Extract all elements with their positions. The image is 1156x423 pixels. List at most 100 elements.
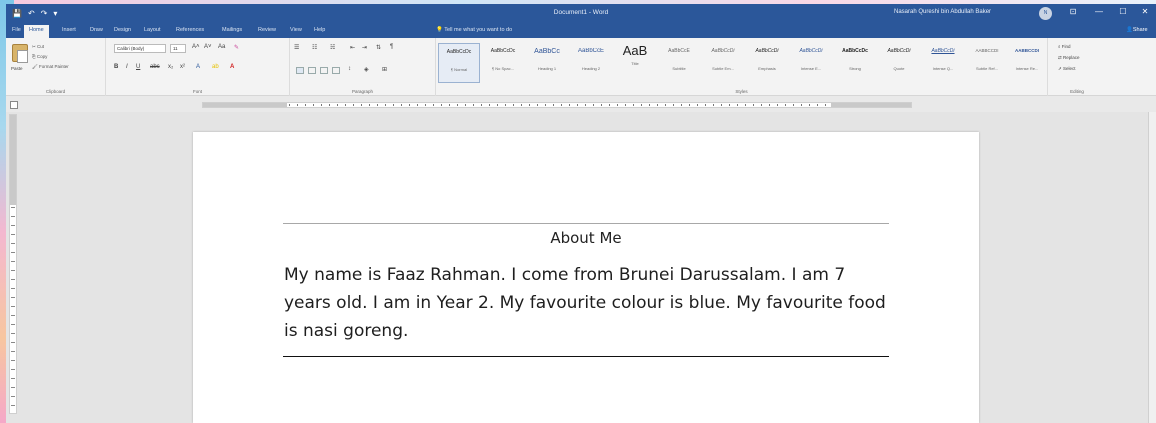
tab-home[interactable]: Home	[24, 25, 49, 38]
user-name[interactable]: Nasarah Qureshi bin Abdullah Baker	[894, 9, 991, 15]
style-emphasis[interactable]: AaBbCcDi Emphasis	[746, 43, 788, 83]
style-no-spacing[interactable]: AaBbCcDc ¶ No Spac...	[482, 43, 524, 83]
horizontal-ruler[interactable]	[202, 102, 912, 108]
vertical-scrollbar[interactable]	[1148, 112, 1156, 423]
paste-label[interactable]: Paste	[11, 66, 23, 71]
style-intense-quote[interactable]: AaBbCcDi Intense Q...	[922, 43, 964, 83]
vertical-ruler[interactable]	[9, 114, 17, 414]
tab-mailings[interactable]: Mailings	[222, 27, 242, 33]
show-marks-icon[interactable]: ¶	[390, 44, 393, 50]
replace-label: Replace	[1063, 55, 1080, 60]
style-preview: AaBbCcDi	[887, 48, 911, 54]
style-intense-emphasis[interactable]: AaBbCcDi Intense E...	[790, 43, 832, 83]
document-page[interactable]: About Me My name is Faaz Rahman. I come …	[193, 132, 979, 423]
tab-help[interactable]: Help	[314, 27, 325, 33]
style-title[interactable]: AaB Title	[614, 43, 656, 83]
style-name: Subtle Ref...	[975, 66, 998, 71]
tab-review[interactable]: Review	[258, 27, 276, 33]
superscript-icon[interactable]: x²	[180, 64, 185, 70]
tab-insert[interactable]: Insert	[62, 27, 76, 33]
style-subtle-emphasis[interactable]: AaBbCcDi Subtle Em...	[702, 43, 744, 83]
style-name: Quote	[893, 66, 905, 71]
tab-draw[interactable]: Draw	[90, 27, 103, 33]
tell-me-search[interactable]: 💡 Tell me what you want to do	[436, 27, 512, 33]
increase-indent-icon[interactable]: ⇥	[362, 44, 367, 51]
style-heading-1[interactable]: AaBbCc Heading 1	[526, 43, 568, 83]
style-strong[interactable]: AaBbCcDc Strong	[834, 43, 876, 83]
vertical-ruler-ticks	[11, 207, 15, 407]
document-heading[interactable]: About Me	[283, 229, 889, 247]
numbering-icon[interactable]: ☷	[312, 44, 317, 51]
text-effects-icon[interactable]: A	[196, 64, 200, 70]
minimize-button[interactable]: —	[1092, 7, 1106, 16]
style-subtle-reference[interactable]: AABBCCDI Subtle Ref...	[966, 43, 1008, 83]
style-heading-2[interactable]: AaBbCcE Heading 2	[570, 43, 612, 83]
style-subtitle[interactable]: AaBbCcE Subtitle	[658, 43, 700, 83]
style-intense-reference[interactable]: AABBCCDI Intense Re...	[1010, 43, 1044, 83]
replace-button[interactable]: ⇄ Replace	[1058, 55, 1080, 61]
style-quote[interactable]: AaBbCcDi Quote	[878, 43, 920, 83]
avatar[interactable]: N	[1039, 7, 1052, 20]
share-label: Share	[1132, 27, 1148, 33]
copy-button[interactable]: ⎘ Copy	[32, 54, 47, 59]
font-name-select[interactable]: Calibri (Body)	[114, 44, 166, 53]
format-painter-button[interactable]: 🖌 Format Painter	[32, 64, 69, 70]
subscript-icon[interactable]: x₂	[168, 64, 173, 70]
left-margin-marker[interactable]	[203, 103, 287, 107]
tab-design[interactable]: Design	[114, 27, 131, 33]
paste-icon[interactable]	[12, 44, 28, 63]
tab-view[interactable]: View	[290, 27, 302, 33]
shrink-font-icon[interactable]: A˅	[204, 44, 212, 50]
close-button[interactable]: ✕	[1138, 7, 1152, 16]
style-name: Intense E...	[800, 66, 822, 71]
style-name: ¶ Normal	[450, 67, 468, 72]
document-body-text[interactable]: My name is Faaz Rahman. I come from Brun…	[284, 261, 894, 345]
style-normal[interactable]: AaBbCcDc ¶ Normal	[438, 43, 480, 83]
heading-top-border	[283, 223, 889, 224]
grow-font-icon[interactable]: A˄	[192, 44, 200, 50]
justify-icon[interactable]	[332, 67, 340, 74]
ruler-ticks	[289, 104, 829, 106]
font-size-select[interactable]: 11	[170, 44, 186, 53]
bullets-icon[interactable]: ☰	[294, 44, 299, 51]
change-case-icon[interactable]: Aa	[218, 44, 225, 50]
right-margin-marker[interactable]	[831, 103, 911, 107]
style-preview: AaBbCcE	[577, 48, 604, 54]
align-right-icon[interactable]	[320, 67, 328, 74]
style-name: Heading 2	[581, 66, 601, 71]
ribbon-tabs: File Home Insert Draw Design Layout Refe…	[6, 24, 1156, 38]
sort-icon[interactable]: ⇅	[376, 44, 381, 51]
align-left-icon[interactable]	[296, 67, 304, 74]
ribbon-display-icon[interactable]: ⊡	[1066, 7, 1080, 16]
top-margin-marker[interactable]	[10, 115, 16, 205]
line-spacing-icon[interactable]: ↕	[348, 66, 351, 72]
style-preview: AaBbCcDi	[755, 48, 779, 54]
multilevel-list-icon[interactable]: ☵	[330, 44, 335, 51]
strikethrough-icon[interactable]: abc	[150, 64, 160, 70]
decrease-indent-icon[interactable]: ⇤	[350, 44, 355, 51]
underline-icon[interactable]: U	[136, 64, 140, 70]
clear-formatting-icon[interactable]: ✎	[234, 44, 239, 51]
highlight-icon[interactable]: ab	[212, 64, 219, 70]
borders-icon[interactable]: ⊞	[382, 66, 387, 73]
tab-selector-icon[interactable]	[10, 101, 18, 109]
align-center-icon[interactable]	[308, 67, 316, 74]
italic-icon[interactable]: I	[126, 64, 128, 70]
styles-label: Styles	[735, 89, 748, 94]
shading-icon[interactable]: ◈	[364, 66, 369, 73]
bold-icon[interactable]: B	[114, 64, 118, 70]
font-color-icon[interactable]: A	[230, 64, 234, 70]
share-button[interactable]: 👤Share	[1126, 27, 1148, 33]
title-bar: 💾 ↶ ↷ ▾ Document1 - Word Nasarah Qureshi…	[6, 4, 1156, 24]
maximize-button[interactable]: ☐	[1116, 7, 1130, 16]
tab-references[interactable]: References	[176, 27, 204, 33]
tab-layout[interactable]: Layout	[144, 27, 161, 33]
tab-file[interactable]: File	[12, 27, 21, 33]
select-button[interactable]: ➚ Select	[1058, 66, 1076, 72]
clipboard-group: Paste ✂ Cut ⎘ Copy 🖌 Format Painter Clip…	[6, 38, 106, 96]
find-label: Find	[1061, 44, 1071, 49]
cut-button[interactable]: ✂ Cut	[32, 44, 44, 50]
find-button[interactable]: ⌕ Find	[1058, 44, 1071, 49]
style-preview: AaBbCcDi	[711, 48, 735, 54]
style-preview: AaBbCcDc	[446, 49, 472, 55]
